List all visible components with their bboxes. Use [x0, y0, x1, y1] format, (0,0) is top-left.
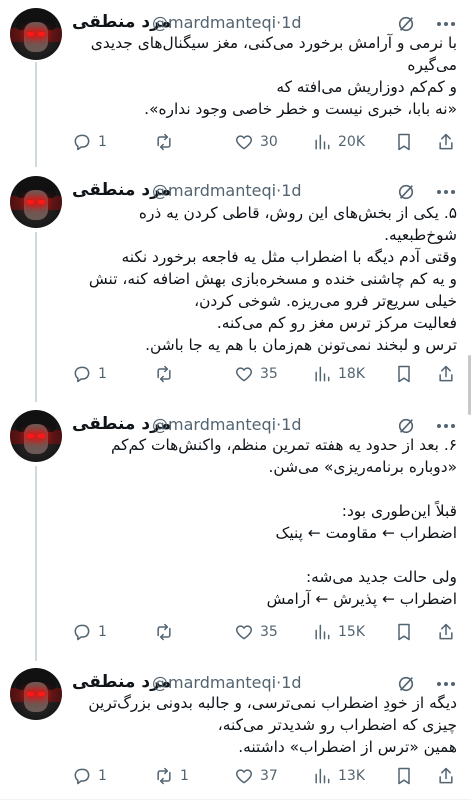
share-button[interactable]: [436, 620, 456, 644]
tweet-text-line: و کم‌کم دوزاریش می‌افته که: [276, 78, 457, 96]
tweet-actions: 1 1 37 13K: [72, 764, 464, 788]
grok-icon[interactable]: [397, 15, 415, 33]
heart-icon: [235, 769, 253, 784]
author-handle[interactable]: @mardmanteqi·1d: [152, 181, 302, 200]
share-icon: [439, 767, 453, 784]
tweet-text-line: فعالیت مرکز ترس مغز رو کم می‌کنه.: [216, 314, 457, 332]
views-icon: [315, 624, 330, 640]
bookmark-icon: [398, 767, 410, 785]
like-button[interactable]: 35: [234, 620, 278, 644]
tweet-text-line: «دوباره برنامه‌ریزی» می‌شن.: [268, 458, 457, 476]
tweet[interactable]: مرد منطقی @mardmanteqi·1d دیگه از خودِ ا…: [0, 668, 471, 798]
tweet-text-line: ترس و لبخند نمی‌تونن هم‌زمان با هم یه جا…: [145, 336, 457, 354]
share-icon: [439, 623, 453, 640]
more-icon[interactable]: [433, 183, 459, 201]
reply-icon: [74, 134, 90, 151]
grok-icon[interactable]: [397, 183, 415, 201]
avatar[interactable]: [10, 176, 62, 228]
tweet-text-line: ۵. یکی از بخش‌های این روش، قاطی کردن یه …: [138, 204, 457, 222]
reply-button[interactable]: 1: [72, 764, 107, 788]
tweet-text: ۵. یکی از بخش‌های این روش، قاطی کردن یه …: [72, 202, 457, 356]
tweet[interactable]: مرد منطقی @mardmanteqi·1d ۵. یکی از بخش‌…: [0, 176, 471, 396]
views-icon: [315, 366, 330, 382]
tweet-text-line: وقتی آدم دیگه با اضطراب مثل یه فاجعه برخ…: [121, 248, 457, 266]
views-button[interactable]: 15K: [312, 620, 365, 644]
tweet-text-line: می‌گیره: [407, 56, 457, 74]
tweet-text-line: چیزی که اضطراب رو شدیدتر می‌کنه،: [217, 716, 457, 734]
more-icon[interactable]: [433, 15, 459, 33]
tweet-text: دیگه از خودِ اضطراب نمی‌ترسی، و جالبه بد…: [72, 692, 457, 758]
retweet-button[interactable]: [154, 362, 180, 386]
retweet-icon: [157, 767, 171, 785]
reply-button[interactable]: 1: [72, 620, 107, 644]
avatar[interactable]: [10, 668, 62, 720]
bookmark-button[interactable]: [394, 764, 414, 788]
tweet-text-line: دیگه از خودِ اضطراب نمی‌ترسی، و جالبه بد…: [88, 694, 457, 712]
tweet-text: با نرمی و آرامش برخورد می‌کنی، مغز سیگنا…: [72, 32, 457, 120]
bookmark-button[interactable]: [394, 620, 414, 644]
bookmark-icon: [398, 365, 410, 383]
like-button[interactable]: 30: [234, 130, 278, 154]
views-icon: [315, 134, 330, 150]
tweet[interactable]: مرد منطقی @mardmanteqi·1d با نرمی و آرام…: [0, 8, 471, 158]
views-icon: [315, 768, 330, 784]
like-button[interactable]: 37: [234, 764, 278, 788]
reply-button[interactable]: 1: [72, 130, 107, 154]
share-button[interactable]: [436, 130, 456, 154]
tweet-text-line: [72, 544, 457, 566]
bookmark-icon: [398, 133, 410, 151]
tweet-actions: 1 35 15K: [72, 620, 464, 644]
tweet-text-line: قبلاً این‌طوری بود:: [341, 502, 457, 520]
reply-icon: [74, 768, 90, 785]
author-handle[interactable]: @mardmanteqi·1d: [152, 673, 302, 692]
bookmark-button[interactable]: [394, 130, 414, 154]
views-button[interactable]: 18K: [312, 362, 365, 386]
grok-icon[interactable]: [397, 675, 415, 693]
heart-icon: [235, 625, 253, 640]
tweet-text-line: «نه بابا، خبری نیست و خطر خاصی وجود ندار…: [144, 100, 457, 118]
avatar[interactable]: [10, 8, 62, 60]
heart-icon: [235, 135, 253, 150]
heart-icon: [235, 367, 253, 382]
retweet-button[interactable]: [154, 130, 180, 154]
share-icon: [439, 365, 453, 382]
tweet-text-line: ولی حالت جدید می‌شه:: [305, 568, 457, 586]
retweet-icon: [157, 365, 171, 383]
bookmark-icon: [398, 623, 410, 641]
views-button[interactable]: 20K: [312, 130, 365, 154]
tweet-text-line: و یه کم چاشنی خنده و مسخره‌بازی بهش اضاف…: [88, 270, 457, 288]
tweet-text: ۶. بعد از حدود یه هفته تمرین منظم، واکنش…: [72, 434, 457, 610]
grok-icon[interactable]: [397, 417, 415, 435]
tweet-text-line: [72, 478, 457, 500]
author-handle[interactable]: @mardmanteqi·1d: [152, 13, 302, 32]
tweet[interactable]: مرد منطقی @mardmanteqi·1d ۶. بعد از حدود…: [0, 410, 471, 650]
tweet-actions: 1 35 18K: [72, 362, 464, 386]
reply-icon: [74, 366, 90, 383]
tweet-text-line: شوخ‌طبعیه.: [384, 226, 457, 244]
share-icon: [439, 133, 453, 150]
like-button[interactable]: 35: [234, 362, 278, 386]
tweet-actions: 1 30 20K: [72, 130, 464, 154]
retweet-button[interactable]: [154, 620, 180, 644]
more-icon[interactable]: [433, 417, 459, 435]
retweet-icon: [157, 133, 171, 151]
reply-button[interactable]: 1: [72, 362, 107, 386]
share-button[interactable]: [436, 764, 456, 788]
views-button[interactable]: 13K: [312, 764, 365, 788]
tweet-text-line: خیلی سریع‌تر فرو می‌ریزه. شوخی کردن،: [194, 292, 457, 310]
tweet-text-line: اضطراب ← مقاومت ← پنیک: [275, 524, 457, 542]
reply-icon: [74, 624, 90, 641]
tweet-text-line: همین «ترس از اضطراب» داشتنه.: [238, 738, 457, 756]
retweet-icon: [157, 623, 171, 641]
retweet-button[interactable]: 1: [154, 764, 189, 788]
tweet-text-line: اضطراب ← پذیرش ← آرامش: [266, 590, 457, 608]
bookmark-button[interactable]: [394, 362, 414, 386]
author-handle[interactable]: @mardmanteqi·1d: [152, 415, 302, 434]
tweet-header: مرد منطقی @mardmanteqi·1d: [72, 180, 461, 204]
avatar[interactable]: [10, 410, 62, 462]
tweet-text-line: با نرمی و آرامش برخورد می‌کنی، مغز سیگنا…: [90, 34, 457, 52]
share-button[interactable]: [436, 362, 456, 386]
more-icon[interactable]: [433, 675, 459, 693]
tweet-text-line: ۶. بعد از حدود یه هفته تمرین منظم، واکنش…: [110, 436, 457, 454]
